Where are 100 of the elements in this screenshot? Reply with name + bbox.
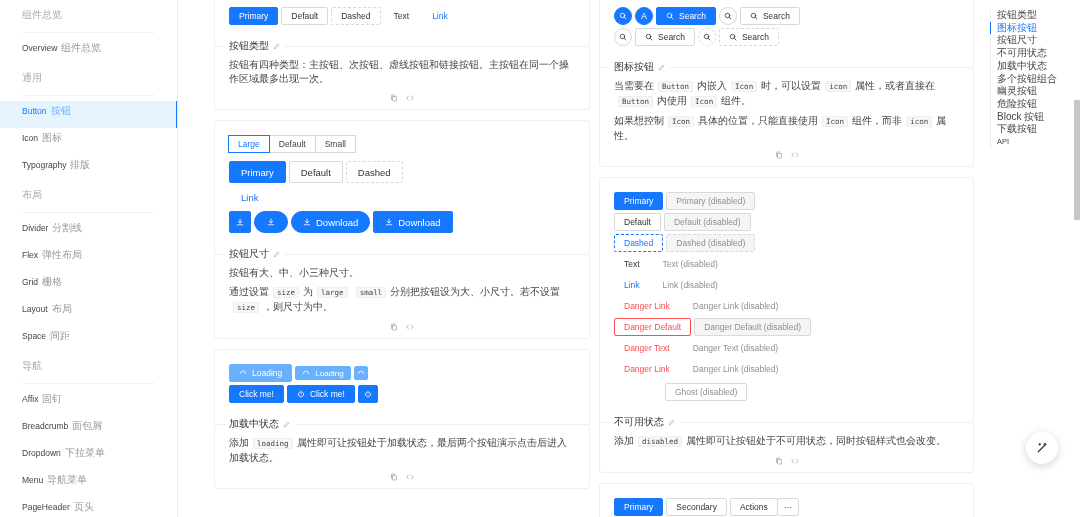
search-icon — [666, 12, 674, 20]
wand-icon — [1036, 442, 1048, 454]
sidebar-item[interactable]: Space 间距 — [0, 326, 177, 353]
download-icon — [236, 218, 244, 226]
pencil-icon — [668, 418, 675, 426]
loading-icon — [239, 369, 247, 377]
link-button[interactable]: Link — [614, 276, 650, 294]
copy-icon — [390, 94, 398, 102]
toc-link[interactable]: 按钮尺寸 — [990, 34, 1037, 48]
section-title: 按钮尺寸 — [229, 247, 269, 261]
sidebar-item[interactable]: Overview 组件总览 — [0, 38, 177, 65]
pencil-icon — [273, 250, 280, 258]
button[interactable]: Default — [288, 161, 343, 183]
pencil-icon — [283, 420, 290, 428]
toc-link[interactable]: 幽灵按钮 — [990, 85, 1037, 98]
copy-icon — [390, 323, 398, 331]
button[interactable]: Primary — [229, 161, 286, 183]
icon-button[interactable] — [229, 211, 251, 233]
sidebar-item[interactable]: Divider 分割线 — [0, 218, 177, 245]
code-icon — [790, 151, 799, 159]
search-icon — [749, 12, 758, 20]
toc-link[interactable]: 按钮类型 — [990, 9, 1037, 22]
button[interactable]: Dashed — [614, 234, 664, 252]
button[interactable]: Actions — [729, 498, 778, 516]
icon-button[interactable] — [614, 7, 632, 25]
button[interactable]: Download — [291, 211, 371, 233]
radio-button[interactable]: Large — [228, 135, 270, 153]
button[interactable]: Click me! — [286, 385, 355, 403]
toc-link[interactable]: Block 按钮 — [990, 110, 1045, 124]
button[interactable]: Default — [614, 213, 661, 231]
icon-button[interactable] — [357, 385, 378, 403]
code-icon — [406, 323, 414, 331]
toc-link[interactable]: 不可用状态 — [990, 47, 1047, 60]
pencil-icon — [273, 42, 280, 50]
sidebar-item[interactable]: Affix 固钉 — [0, 389, 177, 416]
download-icon — [385, 218, 394, 226]
search-icon — [619, 12, 627, 20]
button[interactable]: Search — [656, 7, 716, 25]
text-button[interactable]: Text — [614, 255, 650, 273]
copy-icon — [774, 151, 783, 159]
sidebar-item[interactable]: Flex 弹性布局 — [0, 245, 177, 272]
button[interactable]: Secondary — [666, 498, 727, 516]
sidebar-item[interactable]: Button 按钮 — [0, 101, 177, 128]
section-title: 不可用状态 — [614, 415, 664, 429]
section-title: 按钮类型 — [229, 39, 269, 53]
link-button[interactable]: Link — [229, 186, 271, 208]
button[interactable]: Search — [635, 28, 695, 46]
group-title: 导航 — [22, 353, 155, 384]
download-icon — [303, 218, 311, 226]
group-title: 通用 — [22, 65, 155, 96]
download-icon — [267, 218, 275, 226]
scrollbar[interactable] — [1074, 100, 1080, 220]
toc-link[interactable]: 加载中状态 — [990, 59, 1047, 73]
link-button[interactable]: Link — [422, 7, 458, 25]
button[interactable]: Search — [718, 28, 779, 46]
search-icon — [645, 33, 653, 41]
sidebar-item[interactable]: Icon 图标 — [0, 128, 177, 155]
float-button[interactable] — [1026, 432, 1058, 464]
radio-button[interactable]: Default — [268, 135, 316, 153]
sidebar-item[interactable]: Grid 栅格 — [0, 272, 177, 299]
button[interactable]: Primary — [614, 192, 664, 210]
button[interactable]: Default — [281, 7, 329, 25]
button[interactable]: Click me! — [229, 385, 284, 403]
sidebar-item[interactable]: PageHeader 页头 — [0, 497, 177, 517]
description: 按钮有大、中、小三种尺寸。 — [229, 266, 360, 280]
description: 按钮有四种类型：主按钮、次按钮、虚线按钮和链接按钮。主按钮在同一个操作区域最多出现一次。 — [229, 58, 570, 86]
button[interactable]: Dashed — [345, 161, 403, 183]
sidebar-item[interactable]: Menu 导航菜单 — [0, 470, 177, 497]
loading-icon — [356, 369, 365, 377]
sidebar-item[interactable]: Breadcrumb 面包屑 — [0, 416, 177, 443]
group-title: 组件总览 — [22, 2, 155, 33]
button[interactable]: Search — [739, 7, 800, 25]
text-button[interactable]: Text — [383, 7, 420, 25]
code-icon — [790, 457, 799, 465]
power-icon — [296, 390, 305, 398]
more-button[interactable]: ··· — [776, 498, 800, 516]
loading-icon — [302, 369, 311, 377]
section-title: 图标按钮 — [614, 60, 654, 74]
search-icon — [702, 33, 711, 41]
toc-link[interactable]: 下载按钮 — [990, 123, 1037, 137]
toc-link[interactable]: 多个按钮组合 — [990, 72, 1057, 86]
button[interactable]: Dashed — [331, 7, 381, 25]
search-icon — [619, 33, 627, 41]
button[interactable]: Primary — [229, 7, 279, 25]
icon-button[interactable] — [353, 366, 368, 380]
icon-button[interactable] — [254, 211, 288, 233]
button[interactable]: Primary — [614, 498, 664, 516]
section-title: 加载中状态 — [229, 417, 279, 431]
button[interactable]: A — [635, 7, 653, 25]
radio-button[interactable]: Small — [314, 135, 356, 153]
toc-link[interactable]: 危险按钮 — [990, 97, 1037, 111]
code-icon — [406, 473, 414, 481]
sidebar-item[interactable]: Dropdown 下拉菜单 — [0, 443, 177, 470]
button[interactable]: Download — [373, 211, 453, 233]
power-icon — [363, 390, 372, 398]
sidebar-item[interactable]: Layout 布局 — [0, 299, 177, 326]
toc-link[interactable]: 图标按钮 — [990, 21, 1037, 35]
sidebar-item[interactable]: Typography 排版 — [0, 155, 177, 182]
search-icon — [723, 12, 732, 20]
copy-icon — [390, 473, 398, 481]
